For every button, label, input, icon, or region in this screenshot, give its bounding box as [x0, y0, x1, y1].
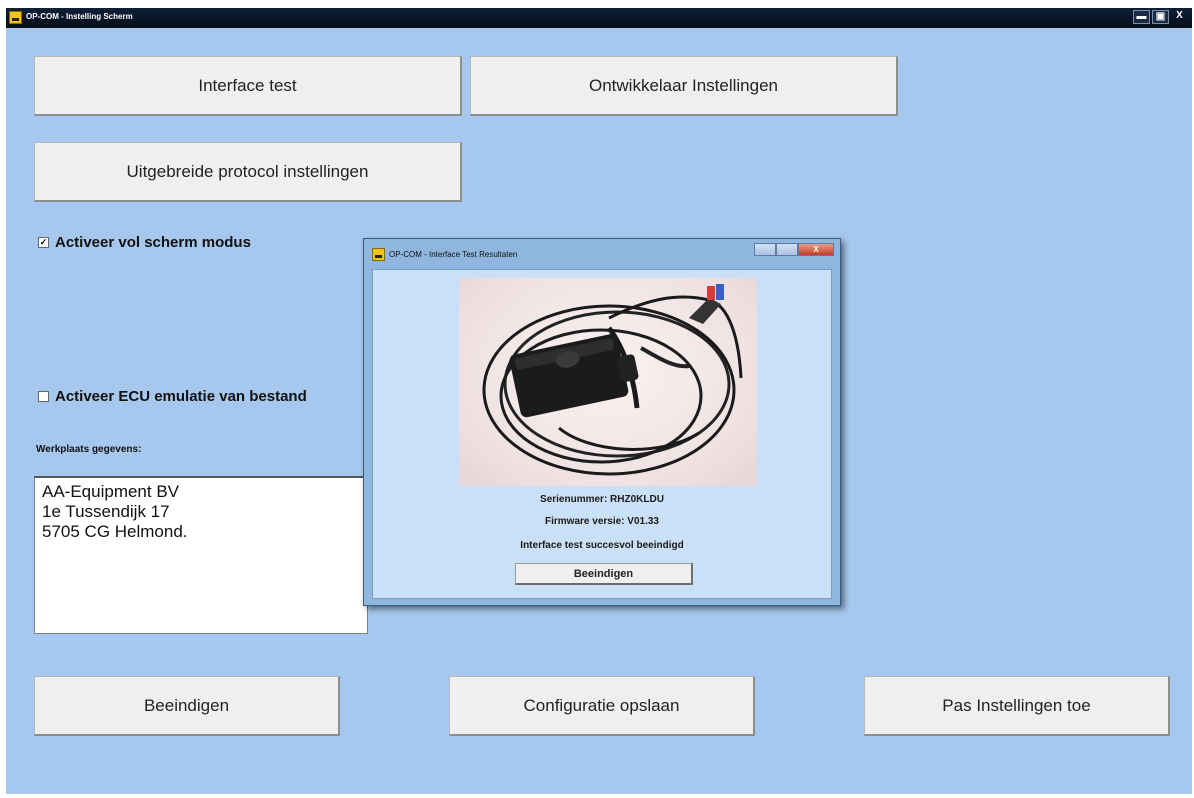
dialog-app-icon — [372, 248, 385, 261]
serial-number: Serienummer: RHZ0KLDU — [540, 494, 664, 505]
workshop-label: Werkplaats gegevens: — [36, 444, 142, 455]
window-controls: ▬ ▣ X — [1133, 10, 1188, 24]
fullscreen-checkbox[interactable]: ✓ — [38, 237, 49, 248]
test-status: Interface test succesvol beeindigd — [520, 540, 684, 551]
firmware-version: Firmware versie: V01.33 — [545, 516, 659, 527]
workshop-textarea[interactable]: AA-Equipment BV 1e Tussendijk 17 5705 CG… — [34, 476, 368, 634]
cable-icon — [482, 284, 743, 476]
workshop-line: 5705 CG Helmond. — [42, 522, 188, 541]
fullscreen-label: Activeer vol scherm modus — [55, 234, 251, 251]
ecu-emulation-label: Activeer ECU emulatie van bestand — [55, 388, 307, 405]
minimize-button[interactable]: ▬ — [1133, 10, 1150, 24]
dialog-close-button[interactable]: X — [798, 243, 834, 256]
interface-test-button[interactable]: Interface test — [34, 56, 462, 116]
ecu-emulation-checkbox[interactable] — [38, 391, 49, 402]
main-window: OP-COM - Instelling Scherm ▬ ▣ X Interfa… — [6, 8, 1192, 794]
dialog-minimize-button[interactable] — [754, 243, 776, 256]
dialog-window-controls: X — [754, 243, 834, 256]
dialog-title: OP-COM - Interface Test Resultaten — [389, 250, 518, 259]
dialog-maximize-button[interactable] — [776, 243, 798, 256]
test-results-dialog: OP-COM - Interface Test Resultaten X Ser… — [363, 238, 841, 606]
interface-cable-photo — [459, 278, 757, 486]
developer-settings-button[interactable]: Ontwikkelaar Instellingen — [470, 56, 898, 116]
save-config-button[interactable]: Configuratie opslaan — [449, 676, 755, 736]
dialog-quit-button[interactable]: Beeindigen — [515, 563, 693, 585]
workshop-line: 1e Tussendijk 17 — [42, 502, 170, 521]
app-icon — [9, 11, 22, 24]
quit-button[interactable]: Beeindigen — [34, 676, 340, 736]
workshop-line: AA-Equipment BV — [42, 482, 180, 501]
fullscreen-option[interactable]: ✓ Activeer vol scherm modus — [38, 234, 251, 251]
title-bar: OP-COM - Instelling Scherm ▬ ▣ X — [6, 8, 1192, 28]
close-button[interactable]: X — [1171, 10, 1188, 24]
maximize-button[interactable]: ▣ — [1152, 10, 1169, 24]
dialog-body: Serienummer: RHZ0KLDU Firmware versie: V… — [372, 269, 832, 599]
apply-settings-button[interactable]: Pas Instellingen toe — [864, 676, 1170, 736]
protocol-settings-button[interactable]: Uitgebreide protocol instellingen — [34, 142, 462, 202]
ecu-emulation-option[interactable]: Activeer ECU emulatie van bestand — [38, 388, 307, 405]
dialog-title-bar: OP-COM - Interface Test Resultaten X — [364, 239, 840, 269]
window-title: OP-COM - Instelling Scherm — [26, 12, 133, 21]
